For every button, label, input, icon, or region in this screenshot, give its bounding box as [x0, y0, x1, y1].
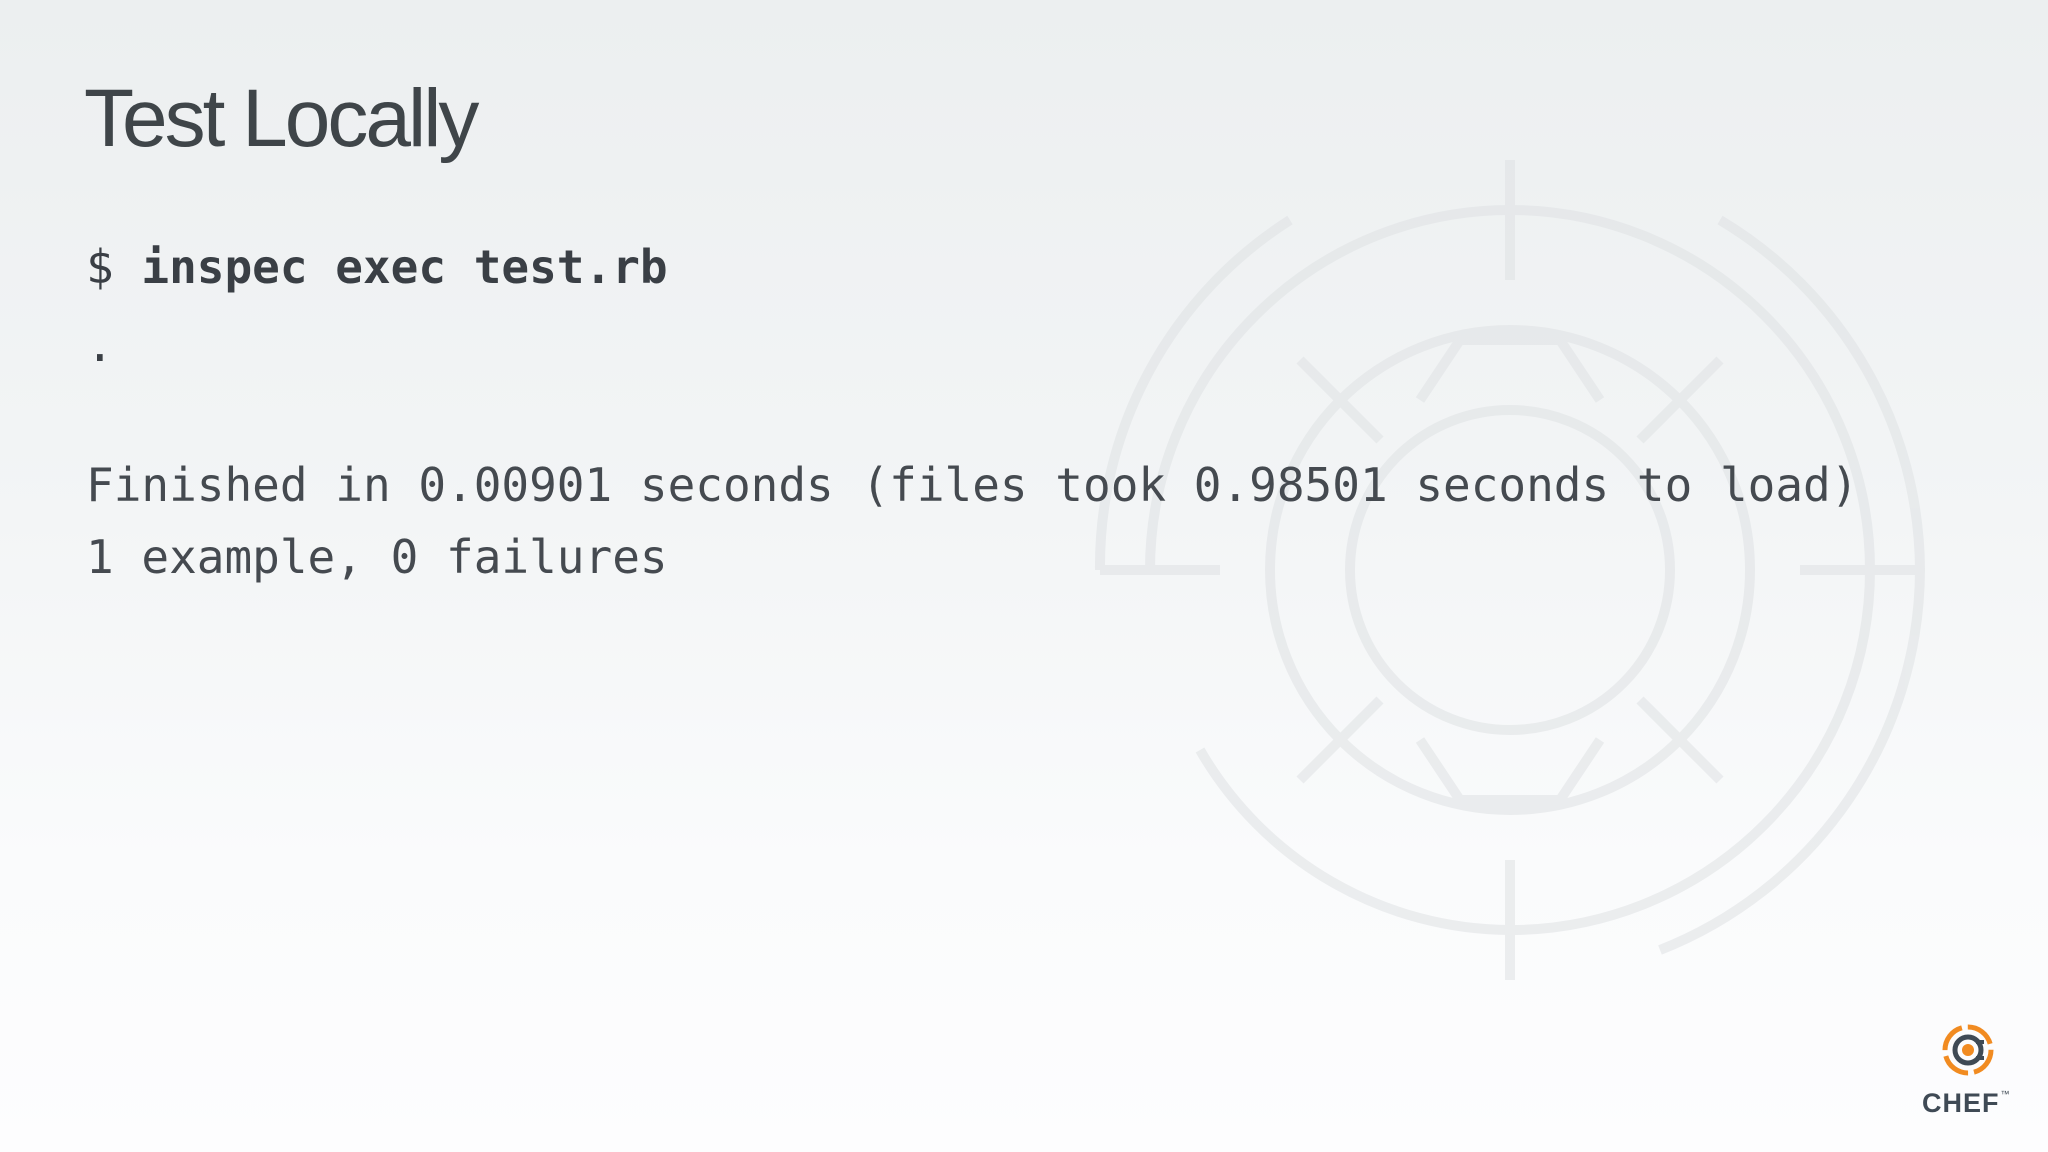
chef-watermark-icon [1094, 160, 1925, 980]
logo-wordmark: CHEF™ [1922, 1088, 2011, 1118]
progress-indicator: . [86, 318, 114, 372]
result-text: Finished in 0.00901 seconds (files took … [86, 458, 1859, 512]
chef-logo: CHEF™ [1918, 1022, 2018, 1122]
slide-title: Test Locally [84, 73, 479, 164]
chef-logo-icon [1942, 1024, 1994, 1076]
command-line: $ inspec exec test.rb [86, 244, 668, 290]
prompt-symbol: $ [86, 240, 142, 294]
command-text: inspec exec test.rb [141, 240, 668, 294]
summary-text: 1 example, 0 failures [86, 530, 668, 584]
